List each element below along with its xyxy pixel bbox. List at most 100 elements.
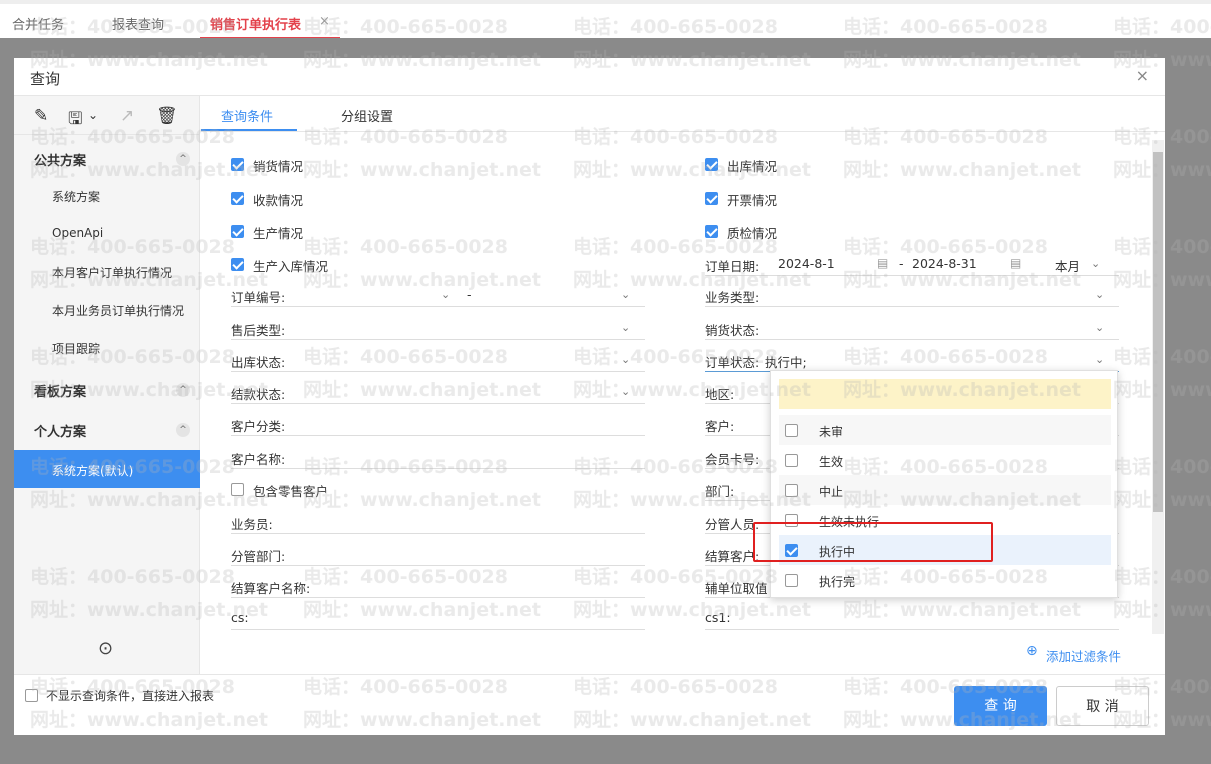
dialog-title: 查询 [30, 70, 61, 88]
chevron-down-icon[interactable]: ⌄ [621, 385, 630, 398]
export-icon[interactable]: ↗ [120, 106, 134, 126]
left-check-1-checkbox[interactable] [231, 192, 244, 205]
right-field-2-input[interactable] [765, 346, 1119, 372]
right-field-9-label: 辅单位取值 [705, 581, 768, 596]
query-dialog: 查询 × ✎ 🖫 ⌄ ↗ 🗑 公共方案 ^ 系统方案 OpenApi 本月客户订… [14, 58, 1165, 735]
status-option-label: 中止 [819, 485, 844, 499]
collapse-icon[interactable]: ^ [176, 423, 190, 437]
scheme-item-selected[interactable]: 系统方案(默认) [14, 450, 200, 488]
right-field-7-label: 分管人员: [705, 517, 760, 532]
chevron-down-icon[interactable]: ⌄ [1095, 353, 1104, 366]
left-field-0-input[interactable] [291, 314, 645, 340]
left-field-6-input[interactable] [291, 508, 645, 534]
scheme-item[interactable]: OpenApi [52, 226, 103, 240]
chevron-down-icon[interactable]: ⌄ [88, 108, 98, 122]
close-icon[interactable]: × [1136, 66, 1149, 85]
scrollbar[interactable] [1152, 140, 1164, 634]
group-public-schemes[interactable]: 公共方案 [34, 150, 86, 169]
top-tab-bar: 合并任务 报表查询 销售订单执行表 × [0, 0, 1211, 40]
group-dashboard-schemes[interactable]: 看板方案 [34, 381, 86, 400]
right-check-1-checkbox[interactable] [705, 192, 718, 205]
collapse-icon[interactable]: ^ [176, 383, 190, 397]
scheme-item[interactable]: 系统方案 [52, 188, 100, 205]
left-field-9-input[interactable] [291, 604, 645, 630]
scheme-item[interactable]: 本月客户订单执行情况 [52, 264, 172, 281]
calendar-icon[interactable]: ▤ [877, 256, 888, 270]
tab-query-conditions[interactable]: 查询条件 [221, 106, 273, 125]
status-option-label: 执行完 [819, 575, 856, 589]
edit-icon[interactable]: ✎ [34, 106, 48, 126]
right-check-1-label: 开票情况 [727, 193, 778, 208]
left-field-7-label: 分管部门: [231, 549, 286, 564]
status-option[interactable]: 中止 [779, 475, 1111, 505]
status-option-label: 生效 [819, 455, 844, 469]
right-field-5-label: 会员卡号: [705, 452, 760, 467]
order-no-separator: - [467, 287, 472, 302]
dropdown-search-bar[interactable] [779, 379, 1111, 409]
group-personal-schemes[interactable]: 个人方案 [34, 421, 86, 440]
delete-icon[interactable]: 🗑 [156, 106, 178, 126]
status-option-checkbox[interactable] [785, 574, 798, 587]
right-field-1-input[interactable] [765, 314, 1119, 340]
left-check-0-label: 销货情况 [253, 159, 304, 174]
calendar-icon[interactable]: ▤ [1010, 256, 1021, 270]
left-field-1-input[interactable] [291, 346, 645, 372]
scheme-item[interactable]: 本月业务员订单执行情况 [52, 302, 184, 319]
cancel-button[interactable]: 取 消 [1056, 686, 1149, 726]
right-field-8-label: 结算客户: [705, 549, 760, 564]
tab-close-icon[interactable]: × [319, 14, 330, 29]
left-field-1-label: 出库状态: [231, 355, 286, 370]
status-option[interactable]: 生效 [779, 445, 1111, 475]
order-no-label: 订单编号: [231, 290, 286, 305]
left-field-3-input[interactable] [291, 410, 645, 436]
order-date-separator: - [899, 256, 904, 271]
tab-group-settings[interactable]: 分组设置 [341, 106, 393, 125]
right-check-2-checkbox[interactable] [705, 225, 718, 238]
add-filter-icon[interactable]: ⊕ [1026, 643, 1038, 659]
left-field-4-input[interactable] [291, 443, 645, 469]
status-option-checkbox[interactable] [785, 484, 798, 497]
chevron-down-icon[interactable]: ⌄ [621, 353, 630, 366]
right-field-0-input[interactable] [765, 281, 1119, 307]
collapse-icon[interactable]: ^ [176, 152, 190, 166]
tab-merge-task[interactable]: 合并任务 [12, 14, 64, 33]
chevron-down-icon[interactable]: ⌄ [1091, 257, 1100, 270]
right-field-6-label: 部门: [705, 484, 735, 499]
include-retail-checkbox[interactable] [231, 483, 244, 496]
save-icon[interactable]: 🖫 [68, 106, 82, 135]
status-option-checkbox[interactable] [785, 454, 798, 467]
chevron-down-icon[interactable]: ⌄ [1095, 321, 1104, 334]
add-filter-link[interactable]: 添加过滤条件 [1046, 646, 1121, 665]
chevron-down-icon[interactable]: ⌄ [1095, 288, 1104, 301]
right-check-0-checkbox[interactable] [705, 158, 718, 171]
left-check-2-checkbox[interactable] [231, 225, 244, 238]
left-check-3-label: 生产入库情况 [253, 259, 329, 274]
tab-report-query[interactable]: 报表查询 [112, 14, 164, 33]
left-check-3-checkbox[interactable] [231, 258, 244, 271]
chevron-down-icon[interactable]: ⌄ [621, 288, 630, 301]
left-field-2-input[interactable] [291, 378, 645, 404]
chevron-down-icon[interactable]: ⌄ [621, 321, 630, 334]
right-field-10-label: cs1: [705, 610, 731, 625]
query-button[interactable]: 查 询 [954, 686, 1047, 726]
highlight-box [753, 522, 993, 562]
order-date-label: 订单日期: [705, 259, 760, 274]
left-check-0-checkbox[interactable] [231, 158, 244, 171]
right-field-1-label: 销货状态: [705, 323, 760, 338]
status-option[interactable]: 未审 [779, 415, 1111, 445]
chevron-down-icon[interactable]: ⌄ [441, 288, 450, 301]
left-field-4-label: 客户名称: [231, 452, 286, 467]
collapse-sidebar-icon[interactable]: ⊙ [98, 638, 113, 659]
include-retail-label: 包含零售客户 [253, 484, 329, 499]
status-option-checkbox[interactable] [785, 424, 798, 437]
right-field-10-input[interactable] [765, 604, 1119, 630]
status-option[interactable]: 执行完 [779, 565, 1111, 595]
date-period-select[interactable]: 本月 [1055, 256, 1080, 275]
order-date-to[interactable]: 2024-8-31 [912, 256, 977, 271]
tab-sales-order-execution[interactable]: 销售订单执行表 [210, 14, 301, 33]
scheme-item[interactable]: 项目跟踪 [52, 340, 100, 357]
skip-conditions-checkbox[interactable] [25, 689, 38, 702]
left-field-7-input[interactable] [291, 540, 645, 566]
order-date-from[interactable]: 2024-8-1 [778, 256, 835, 271]
left-field-8-input[interactable] [291, 572, 645, 598]
